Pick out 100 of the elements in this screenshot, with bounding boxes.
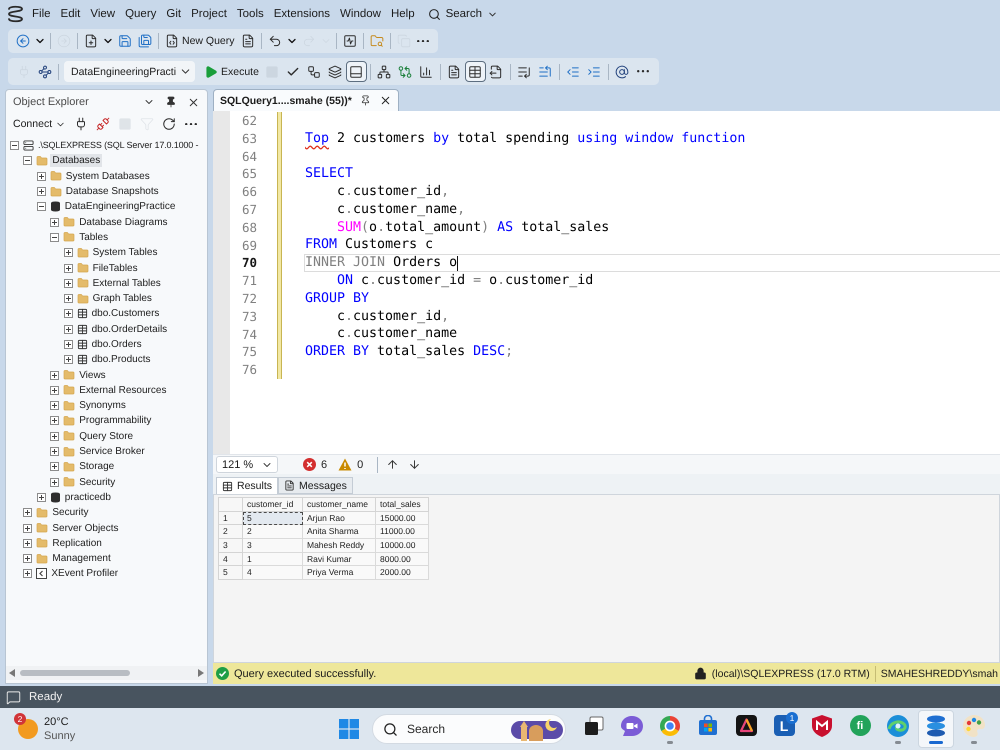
tree-node[interactable]: Synonyms	[77, 399, 128, 412]
pin-icon[interactable]	[165, 96, 177, 108]
tree-node[interactable]: Storage	[77, 460, 116, 474]
tree-node[interactable]: Query Store	[77, 430, 136, 443]
scroll-thumb[interactable]	[20, 670, 130, 676]
arrow-up-icon[interactable]	[386, 458, 400, 471]
menu-item[interactable]: Tools	[232, 5, 269, 23]
message-icon[interactable]	[6, 690, 21, 704]
expand-icon[interactable]	[64, 324, 73, 334]
menu-item[interactable]: View	[85, 5, 120, 23]
collapse-icon[interactable]	[50, 232, 60, 242]
execute-button[interactable]: Execute	[201, 61, 262, 82]
expand-icon[interactable]	[36, 187, 46, 196]
tree-node[interactable]: DataEngineeringPractice	[62, 200, 178, 214]
menu-item[interactable]: Project	[186, 5, 232, 23]
collapse-icon[interactable]	[36, 202, 46, 212]
folder-icon	[63, 231, 76, 244]
expand-icon[interactable]	[50, 218, 60, 227]
expand-icon[interactable]	[64, 340, 73, 349]
document-tab[interactable]: SQLQuery1....smahe (55))*	[213, 89, 399, 111]
tree-node[interactable]: Server Objects	[50, 522, 121, 535]
tree-node[interactable]: Database Snapshots	[64, 185, 161, 198]
tree-node[interactable]: System Databases	[64, 170, 152, 183]
tree-node[interactable]: dbo.Orders	[90, 338, 144, 351]
expand-icon[interactable]	[64, 309, 73, 318]
tree-node[interactable]: Database Diagrams	[77, 216, 170, 229]
tree-node[interactable]: External Tables	[90, 276, 163, 290]
expand-icon[interactable]	[36, 492, 46, 502]
expand-icon[interactable]	[50, 401, 60, 410]
expand-icon[interactable]	[36, 172, 46, 181]
palette-icon	[963, 714, 985, 736]
results-pane-button[interactable]	[346, 61, 367, 82]
tree-node[interactable]: Service Broker	[77, 445, 147, 458]
database-dropdown[interactable]: DataEngineeringPracti	[64, 61, 195, 82]
pin-icon[interactable]	[360, 95, 371, 106]
code-line: c.customer_id,	[337, 308, 450, 325]
menu-item[interactable]: Edit	[56, 5, 86, 23]
expand-icon[interactable]	[50, 462, 60, 472]
tree-node[interactable]: .\SQLEXPRESS (SQL Server 17.0.1000 -	[36, 139, 200, 152]
table-cell: 5	[243, 512, 303, 526]
expand-icon[interactable]	[50, 432, 60, 441]
tree-node[interactable]: FileTables	[90, 262, 140, 275]
tree-node[interactable]: dbo.Products	[90, 353, 153, 366]
search-button[interactable]: Search	[422, 4, 504, 24]
expand-icon[interactable]	[64, 278, 73, 288]
tree-node[interactable]: Replication	[50, 536, 104, 550]
stop-icon	[118, 117, 132, 131]
menu-item[interactable]: Query	[120, 5, 162, 23]
expand-icon[interactable]	[23, 524, 32, 533]
menu-item[interactable]: File	[27, 5, 56, 23]
start-icon	[339, 719, 359, 739]
results-to-grid-button[interactable]	[464, 61, 486, 82]
arrow-down-icon[interactable]	[408, 458, 422, 471]
tree-node[interactable]: Security	[77, 476, 118, 489]
tree-node[interactable]: Programmability	[77, 414, 154, 428]
menu-item[interactable]: Help	[386, 5, 420, 23]
tree-node[interactable]: XEvent Profiler	[49, 567, 120, 580]
collapse-icon[interactable]	[10, 141, 19, 150]
scroll-left-icon[interactable]	[9, 669, 15, 677]
expand-icon[interactable]	[64, 294, 73, 304]
connect-button[interactable]: Connect	[10, 114, 70, 134]
tree-node[interactable]: dbo.OrderDetails	[90, 322, 170, 336]
expand-icon[interactable]	[50, 370, 60, 380]
folder-icon	[36, 537, 48, 550]
tree-node[interactable]: External Resources	[77, 384, 168, 397]
taskbar-button[interactable]	[918, 710, 954, 748]
expand-icon[interactable]	[50, 478, 60, 487]
tree-node[interactable]: Management	[50, 552, 113, 566]
tree-node[interactable]: Databases	[50, 154, 102, 168]
tree-node[interactable]: Tables	[77, 230, 110, 244]
expand-icon[interactable]	[23, 538, 32, 548]
tree-node[interactable]: Security	[50, 506, 91, 520]
close-icon[interactable]	[187, 96, 200, 108]
close-icon[interactable]	[378, 94, 392, 107]
table-cell: Anita Sharma	[303, 525, 376, 540]
expand-icon[interactable]	[23, 569, 32, 578]
expand-icon[interactable]	[64, 248, 73, 258]
tree-node[interactable]: practicedb	[62, 490, 113, 504]
collapse-icon[interactable]	[23, 156, 32, 166]
tree-node[interactable]: Graph Tables	[90, 292, 154, 306]
tree-node[interactable]: Views	[77, 368, 108, 382]
result-tab[interactable]: Results	[216, 477, 278, 494]
expand-icon[interactable]	[50, 416, 60, 426]
menu-item[interactable]: Git	[161, 5, 186, 23]
expand-icon[interactable]	[50, 447, 60, 456]
expand-icon[interactable]	[64, 355, 73, 364]
zoom-dropdown[interactable]: 121 %	[216, 456, 278, 473]
menu-item[interactable]: Extensions	[268, 5, 336, 23]
horizontal-scrollbar[interactable]	[6, 666, 207, 680]
expand-icon[interactable]	[23, 554, 32, 564]
table-cell: 2	[243, 525, 303, 540]
tree-node[interactable]: System Tables	[90, 246, 160, 260]
tree-node[interactable]: dbo.Customers	[90, 307, 162, 320]
expand-icon[interactable]	[23, 508, 32, 518]
new-query-button[interactable]: New Query	[162, 30, 238, 52]
expand-icon[interactable]	[50, 386, 60, 395]
menu-item[interactable]: Window	[335, 5, 386, 23]
expand-icon[interactable]	[64, 264, 73, 273]
scroll-right-icon[interactable]	[198, 669, 204, 677]
result-tab[interactable]: Messages	[278, 477, 353, 494]
